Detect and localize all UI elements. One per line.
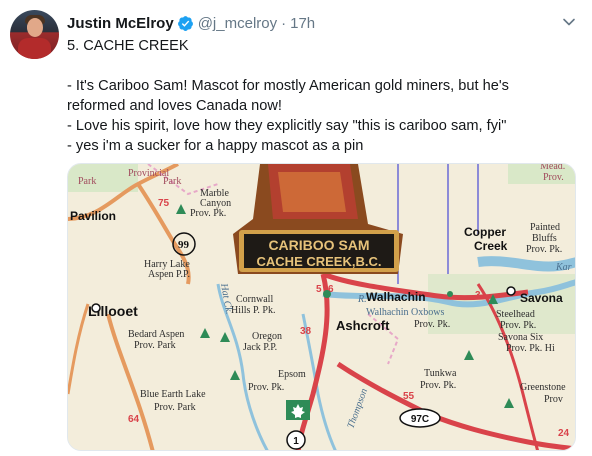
map-label: Kar (555, 262, 572, 273)
map-label: Aspen P.P. (148, 269, 190, 280)
map-label: Prov (544, 394, 563, 405)
map-label: Painted (530, 222, 560, 233)
svg-text:1: 1 (293, 436, 299, 447)
city-dot (506, 286, 516, 296)
svg-text:75: 75 (158, 198, 170, 209)
tweet-photo[interactable]: 29 75 24 55 64 38 5 6 3 CARIBOO SAM CACH… (67, 163, 576, 451)
map-label: Savona (520, 291, 563, 305)
map-label: Prov. Pk. (526, 244, 562, 255)
map-label: Greenstone (520, 382, 566, 393)
map-label: Prov. Pk. (500, 320, 536, 331)
map-label: Prov. Pk. (248, 382, 284, 393)
map-label: Prov. Park (154, 402, 196, 413)
map-label: Prov. Pk. (420, 380, 456, 391)
author-name[interactable]: Justin McElroy (67, 15, 174, 32)
pin-text-line1: CARIBOO SAM (268, 237, 369, 253)
map-label: 99 (178, 239, 190, 251)
tweet[interactable]: Justin McElroy @j_mcelroy · 17h 5. CACHE… (0, 0, 592, 456)
map-label: Park (163, 176, 181, 187)
separator-dot: · (281, 14, 287, 32)
trans-canada-sign-icon (286, 400, 310, 420)
avatar-shirt (18, 38, 51, 59)
map-label: Copper (464, 225, 506, 239)
map-label: Ashcroft (336, 318, 390, 333)
map-label: Bedard Aspen (128, 329, 184, 340)
verified-badge-icon (177, 15, 193, 31)
tweet-text-line: - yes i'm a sucker for a happy mascot as… (67, 138, 364, 154)
highway-1-shield: 1 (286, 430, 306, 450)
pin-text-line2: CACHE CREEK,B.C. (257, 254, 382, 269)
svg-text:64: 64 (128, 414, 140, 425)
map-label: Park (78, 176, 96, 187)
map-label: Walhachin Oxbows (366, 307, 444, 318)
map-photo: 29 75 24 55 64 38 5 6 3 CARIBOO SAM CACH… (68, 164, 575, 450)
map-label: Pavilion (70, 209, 116, 223)
map-label: Prov. Pk. Hi (506, 343, 555, 354)
city-dot (447, 291, 453, 297)
map-label: Blue Earth Lake (140, 389, 206, 400)
tweet-text-blank-line (67, 56, 567, 76)
tweet-text-line: 5. CACHE CREEK (67, 38, 189, 54)
svg-text:97C: 97C (411, 414, 429, 425)
map-label: Hills P. Pk. (231, 305, 275, 316)
svg-text:3: 3 (475, 290, 481, 301)
map-label: Savona Six (498, 332, 543, 343)
map-label: Steelhead (496, 309, 535, 320)
map-label: Prov. Park (134, 340, 176, 351)
map-label: Epsom (278, 369, 306, 380)
map-label: Tunkwa (424, 368, 457, 379)
city-dot (91, 303, 101, 313)
tweet-header: Justin McElroy @j_mcelroy · 17h (67, 12, 315, 34)
map-label: Prov. Pk. (190, 208, 226, 219)
highway-97c-shield: 97C (399, 408, 441, 428)
svg-text:24: 24 (558, 428, 570, 439)
map-label: Oregon (252, 331, 282, 342)
author-avatar[interactable] (10, 10, 59, 59)
map-label: R. (357, 294, 367, 305)
avatar-face (27, 18, 43, 37)
svg-text:55: 55 (403, 391, 415, 402)
map-label: Prov. Pk. (414, 319, 450, 330)
map-label: Creek (474, 239, 508, 253)
tweet-text-line: - Love his spirit, love how they explici… (67, 118, 507, 134)
svg-text:5: 5 (316, 284, 322, 295)
tweet-text-line: - It's Cariboo Sam! Mascot for mostly Am… (67, 78, 509, 94)
city-dot (323, 290, 331, 298)
tweet-text: 5. CACHE CREEK - It's Cariboo Sam! Masco… (67, 36, 567, 156)
chevron-down-icon[interactable] (561, 14, 577, 30)
map-label: Prov. (543, 172, 564, 183)
author-handle[interactable]: @j_mcelroy (198, 15, 277, 32)
map-label: Cornwall (236, 294, 273, 305)
tweet-text-line: reformed and loves Canada now! (67, 98, 282, 114)
map-label: Jack P.P. (243, 342, 277, 353)
svg-text:38: 38 (300, 326, 312, 337)
map-label: Mead. (540, 164, 565, 172)
tweet-timestamp[interactable]: 17h (290, 15, 315, 32)
map-label: Walhachin (366, 290, 426, 304)
map-label: Bluffs (532, 233, 557, 244)
